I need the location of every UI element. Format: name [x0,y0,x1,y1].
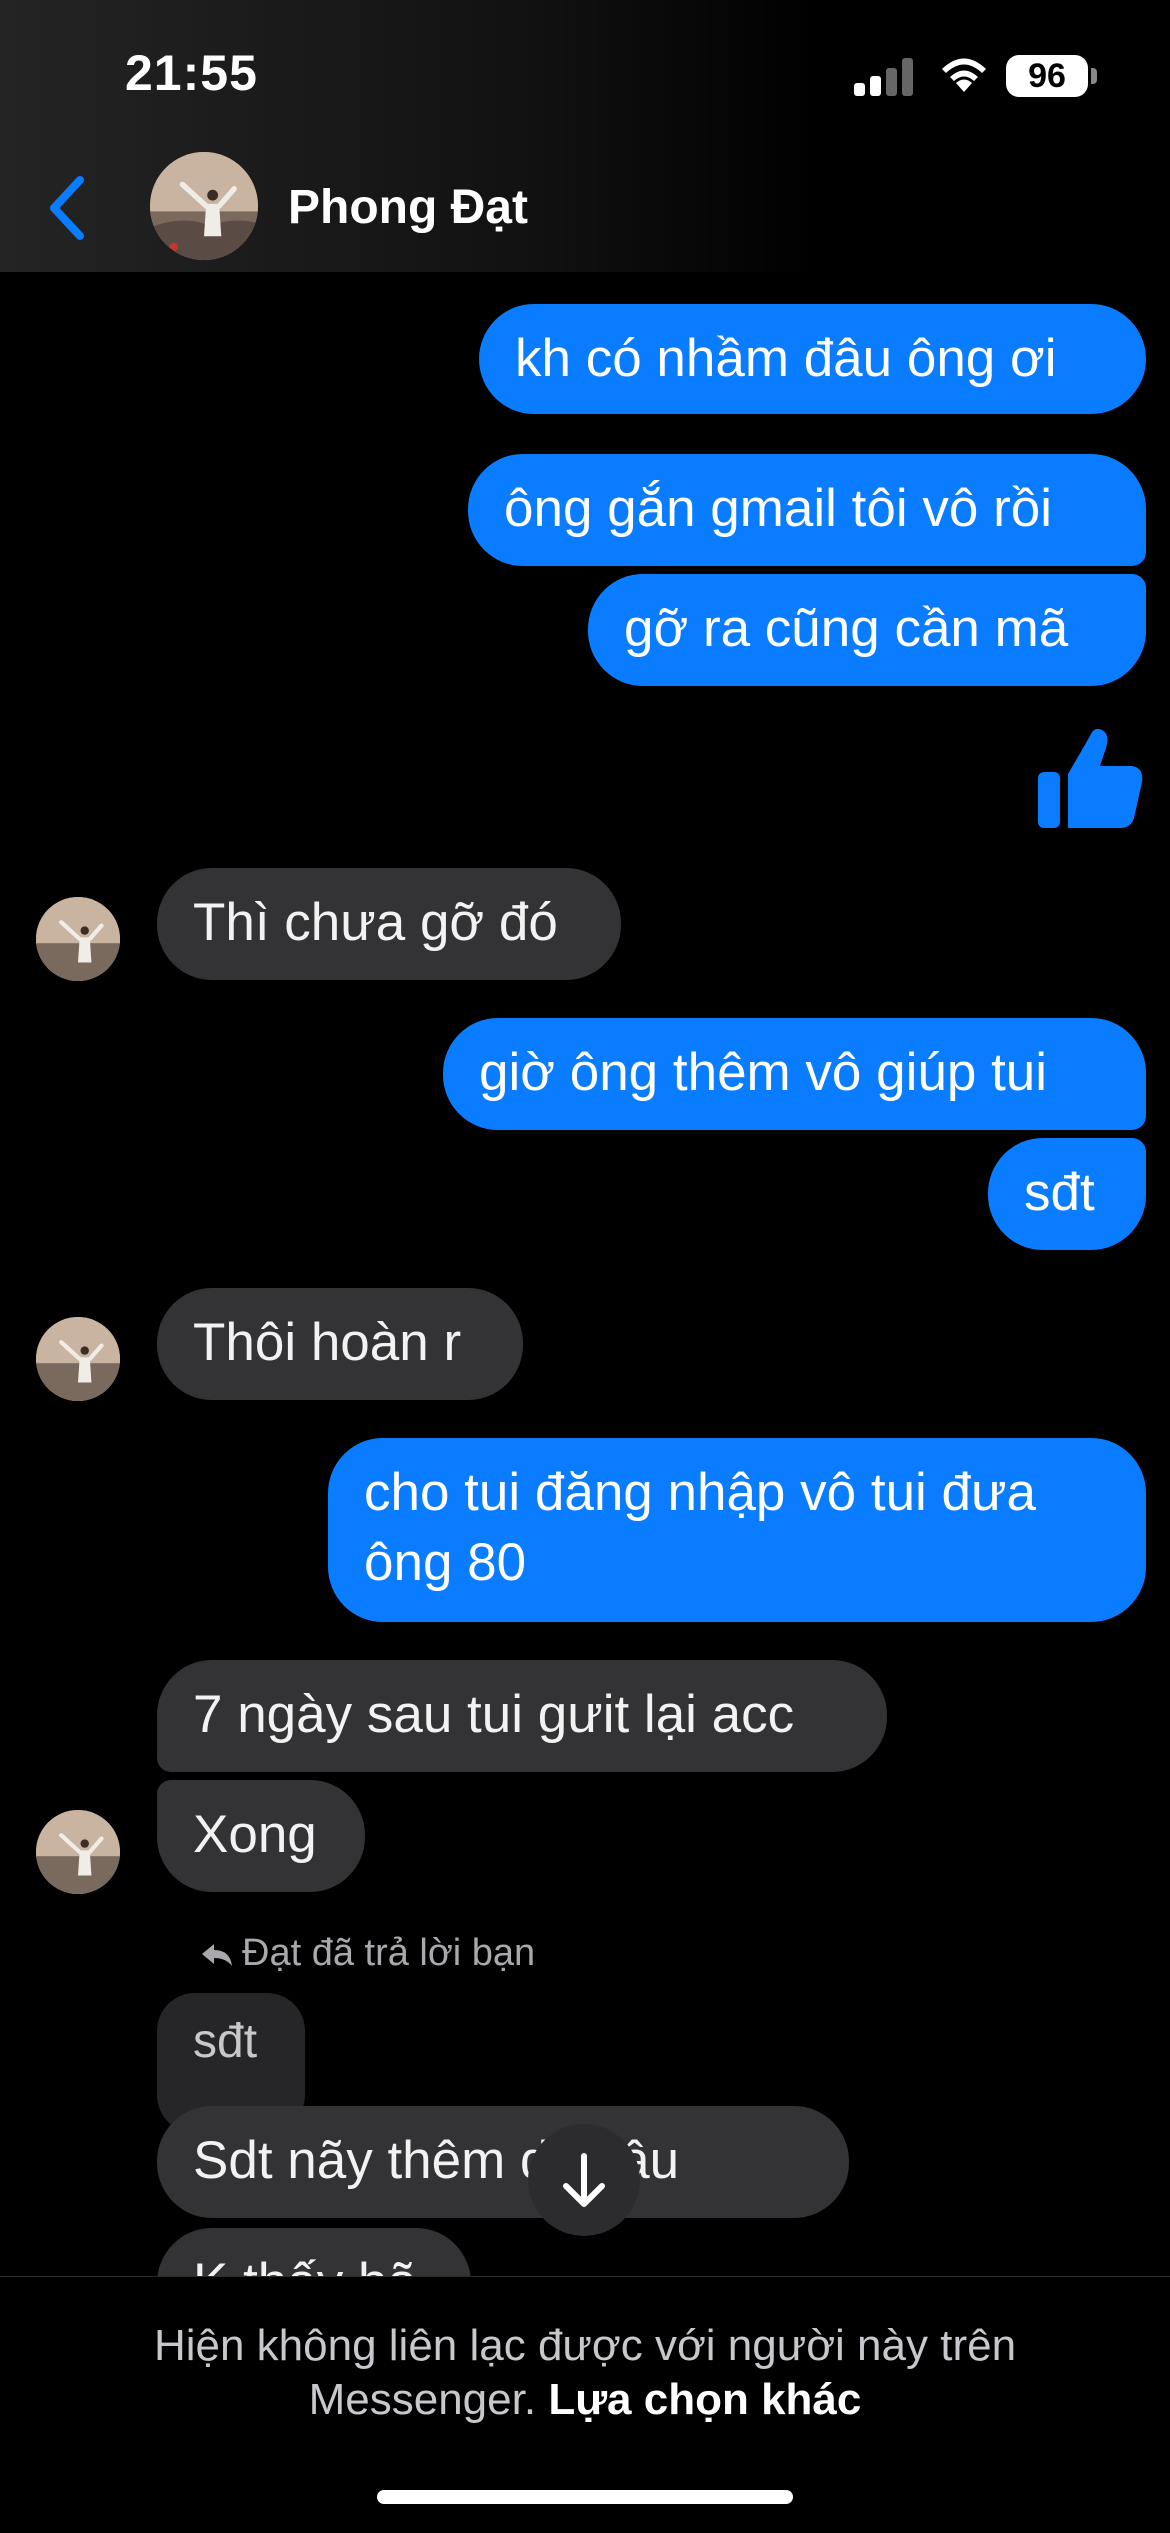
sender-avatar[interactable] [36,897,120,981]
message-bubble-outgoing[interactable]: kh có nhầm đâu ông ơi [479,304,1146,414]
message-text: 7 ngày sau tui gưit lại acc [193,1685,795,1744]
sender-avatar[interactable] [36,1810,120,1894]
wifi-icon [942,58,986,92]
message-bubble-outgoing[interactable]: cho tui đăng nhập vô tui đưa ông 80 [328,1438,1146,1622]
avatar-photo-icon [36,1317,120,1401]
contact-avatar[interactable] [150,152,258,260]
unavailable-notice: Hiện không liên lạc được với người này t… [100,2319,1070,2427]
scroll-to-bottom-button[interactable] [528,2124,640,2236]
message-bubble-incoming[interactable]: Thì chưa gỡ đó [157,868,621,980]
message-text: Thôi hoàn r [193,1313,462,1372]
thumbs-up-icon[interactable] [1036,722,1146,832]
message-text-line: cho tui đăng nhập vô tui đưa [364,1463,1036,1522]
message-bubble-incoming[interactable]: Thôi hoàn r [157,1288,523,1400]
reply-arrow-icon [202,1943,232,1966]
battery-cap [1091,68,1097,84]
message-bubble-outgoing[interactable]: ông gắn gmail tôi vô rồi [468,454,1146,566]
avatar-photo-icon [36,897,120,981]
home-indicator[interactable] [377,2490,793,2504]
message-text: kh có nhầm đâu ông ơi [515,329,1057,388]
quoted-text: sđt [193,2015,258,2068]
sender-avatar[interactable] [36,1317,120,1401]
message-text: giờ ông thêm vô giúp tui [479,1043,1048,1102]
avatar-photo-icon [36,1810,120,1894]
arrow-down-icon [563,2153,605,2207]
message-bubble-outgoing[interactable]: giờ ông thêm vô giúp tui [443,1018,1146,1130]
battery-indicator: 96 [1006,55,1088,97]
reply-indicator-text: Đạt đã trả lời bạn [242,1932,536,1974]
message-text: ông gắn gmail tôi vô rồi [504,479,1052,538]
avatar-photo-icon [150,152,258,260]
message-text: sđt [1024,1163,1095,1222]
message-bubble-outgoing[interactable]: gỡ ra cũng cần mã [588,574,1146,686]
message-bubble-outgoing[interactable]: sđt [988,1138,1146,1250]
message-text: Thì chưa gỡ đó [193,893,558,952]
status-bar: 21:55 96 [0,0,1170,150]
message-bubble-incoming[interactable]: Xong [157,1780,365,1892]
message-text: Xong [193,1805,317,1864]
message-text: gỡ ra cũng cần mã [624,599,1069,658]
message-text-line: ông 80 [364,1533,527,1592]
message-bubble-incoming[interactable]: 7 ngày sau tui gưit lại acc [157,1660,887,1772]
cellular-signal-icon [854,58,914,96]
other-options-link[interactable]: Lựa chọn khác [548,2375,861,2424]
reply-indicator: Đạt đã trả lời bạn [198,1932,535,1975]
status-time: 21:55 [125,45,258,101]
contact-name[interactable]: Phong Đạt [288,180,528,235]
back-chevron-icon[interactable] [40,168,100,248]
message-bubble-incoming[interactable]: Sdt nãy thêm dc đâu [157,2106,849,2218]
